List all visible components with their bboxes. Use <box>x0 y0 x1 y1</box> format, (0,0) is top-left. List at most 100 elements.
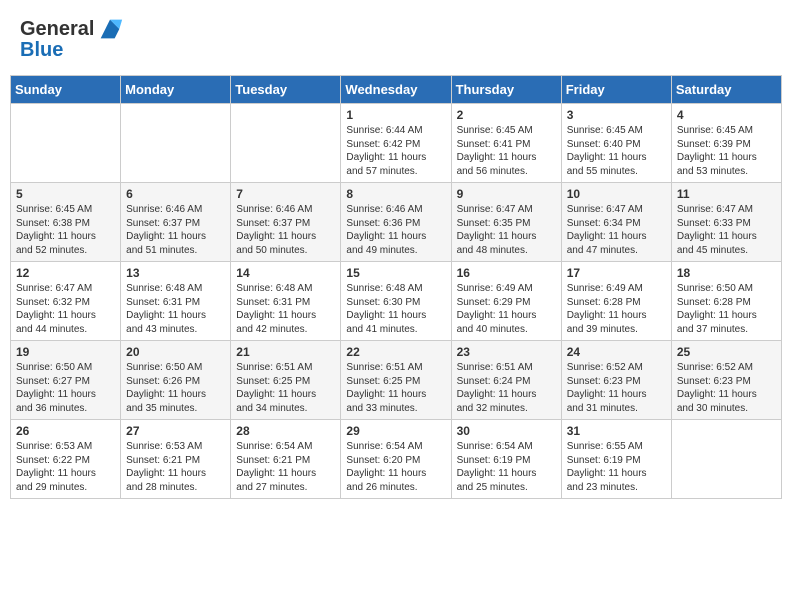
day-number: 1 <box>346 108 445 122</box>
day-number: 30 <box>457 424 556 438</box>
day-number: 26 <box>16 424 115 438</box>
calendar-cell <box>671 420 781 499</box>
day-number: 31 <box>567 424 666 438</box>
day-number: 9 <box>457 187 556 201</box>
day-header-thursday: Thursday <box>451 76 561 104</box>
day-number: 5 <box>16 187 115 201</box>
cell-info: Sunrise: 6:50 AM Sunset: 6:27 PM Dayligh… <box>16 361 115 415</box>
day-number: 19 <box>16 345 115 359</box>
cell-info: Sunrise: 6:47 AM Sunset: 6:33 PM Dayligh… <box>677 203 776 257</box>
cell-info: Sunrise: 6:53 AM Sunset: 6:21 PM Dayligh… <box>126 440 225 494</box>
calendar-cell: 24 Sunrise: 6:52 AM Sunset: 6:23 PM Dayli… <box>561 341 671 420</box>
calendar-cell: 15 Sunrise: 6:48 AM Sunset: 6:30 PM Dayli… <box>341 262 451 341</box>
calendar-header-row: SundayMondayTuesdayWednesdayThursdayFrid… <box>11 76 782 104</box>
cell-info: Sunrise: 6:54 AM Sunset: 6:19 PM Dayligh… <box>457 440 556 494</box>
calendar-cell: 5 Sunrise: 6:45 AM Sunset: 6:38 PM Daylig… <box>11 183 121 262</box>
day-number: 11 <box>677 187 776 201</box>
cell-info: Sunrise: 6:44 AM Sunset: 6:42 PM Dayligh… <box>346 124 445 178</box>
cell-info: Sunrise: 6:49 AM Sunset: 6:28 PM Dayligh… <box>567 282 666 336</box>
calendar-cell: 2 Sunrise: 6:45 AM Sunset: 6:41 PM Daylig… <box>451 104 561 183</box>
calendar-cell: 7 Sunrise: 6:46 AM Sunset: 6:37 PM Daylig… <box>231 183 341 262</box>
calendar-cell: 28Sunrise: 6:54 AM Sunset: 6:21 PM Dayli… <box>231 420 341 499</box>
cell-info: Sunrise: 6:47 AM Sunset: 6:35 PM Dayligh… <box>457 203 556 257</box>
calendar-cell <box>231 104 341 183</box>
cell-info: Sunrise: 6:46 AM Sunset: 6:37 PM Dayligh… <box>126 203 225 257</box>
calendar-cell <box>11 104 121 183</box>
calendar-cell: 14 Sunrise: 6:48 AM Sunset: 6:31 PM Dayli… <box>231 262 341 341</box>
day-number: 15 <box>346 266 445 280</box>
day-number: 12 <box>16 266 115 280</box>
cell-info: Sunrise: 6:48 AM Sunset: 6:31 PM Dayligh… <box>236 282 335 336</box>
cell-info: Sunrise: 6:48 AM Sunset: 6:30 PM Dayligh… <box>346 282 445 336</box>
cell-info: Sunrise: 6:52 AM Sunset: 6:23 PM Dayligh… <box>677 361 776 415</box>
cell-info: Sunrise: 6:51 AM Sunset: 6:25 PM Dayligh… <box>236 361 335 415</box>
logo-general: General <box>20 18 94 41</box>
day-number: 27 <box>126 424 225 438</box>
day-number: 18 <box>677 266 776 280</box>
cell-info: Sunrise: 6:45 AM Sunset: 6:40 PM Dayligh… <box>567 124 666 178</box>
cell-info: Sunrise: 6:51 AM Sunset: 6:25 PM Dayligh… <box>346 361 445 415</box>
day-number: 29 <box>346 424 445 438</box>
calendar-week-5: 26Sunrise: 6:53 AM Sunset: 6:22 PM Dayli… <box>11 420 782 499</box>
calendar-cell: 26Sunrise: 6:53 AM Sunset: 6:22 PM Dayli… <box>11 420 121 499</box>
logo: General Blue <box>20 15 124 62</box>
calendar-week-2: 5 Sunrise: 6:45 AM Sunset: 6:38 PM Daylig… <box>11 183 782 262</box>
day-number: 24 <box>567 345 666 359</box>
calendar-cell <box>121 104 231 183</box>
day-number: 3 <box>567 108 666 122</box>
day-header-saturday: Saturday <box>671 76 781 104</box>
cell-info: Sunrise: 6:52 AM Sunset: 6:23 PM Dayligh… <box>567 361 666 415</box>
calendar-week-1: 1 Sunrise: 6:44 AM Sunset: 6:42 PM Daylig… <box>11 104 782 183</box>
calendar-cell: 11 Sunrise: 6:47 AM Sunset: 6:33 PM Dayli… <box>671 183 781 262</box>
cell-info: Sunrise: 6:45 AM Sunset: 6:41 PM Dayligh… <box>457 124 556 178</box>
calendar-table: SundayMondayTuesdayWednesdayThursdayFrid… <box>10 75 782 499</box>
calendar-cell: 27 Sunrise: 6:53 AM Sunset: 6:21 PM Dayli… <box>121 420 231 499</box>
calendar-cell: 20 Sunrise: 6:50 AM Sunset: 6:26 PM Dayli… <box>121 341 231 420</box>
day-number: 25 <box>677 345 776 359</box>
calendar-cell: 12 Sunrise: 6:47 AM Sunset: 6:32 PM Dayli… <box>11 262 121 341</box>
day-number: 22 <box>346 345 445 359</box>
day-number: 7 <box>236 187 335 201</box>
calendar-cell: 23 Sunrise: 6:51 AM Sunset: 6:24 PM Dayli… <box>451 341 561 420</box>
calendar-cell: 29 Sunrise: 6:54 AM Sunset: 6:20 PM Dayli… <box>341 420 451 499</box>
calendar-cell: 8 Sunrise: 6:46 AM Sunset: 6:36 PM Daylig… <box>341 183 451 262</box>
day-header-sunday: Sunday <box>11 76 121 104</box>
calendar-cell: 21 Sunrise: 6:51 AM Sunset: 6:25 PM Dayli… <box>231 341 341 420</box>
calendar-cell: 18 Sunrise: 6:50 AM Sunset: 6:28 PM Dayli… <box>671 262 781 341</box>
cell-info: Sunrise: 6:45 AM Sunset: 6:38 PM Dayligh… <box>16 203 115 257</box>
day-number: 6 <box>126 187 225 201</box>
cell-info: Sunrise: 6:46 AM Sunset: 6:36 PM Dayligh… <box>346 203 445 257</box>
day-number: 2 <box>457 108 556 122</box>
calendar-cell: 31 Sunrise: 6:55 AM Sunset: 6:19 PM Dayli… <box>561 420 671 499</box>
day-number: 14 <box>236 266 335 280</box>
calendar-cell: 22 Sunrise: 6:51 AM Sunset: 6:25 PM Dayli… <box>341 341 451 420</box>
calendar-cell: 13Sunrise: 6:48 AM Sunset: 6:31 PM Dayli… <box>121 262 231 341</box>
cell-info: Sunrise: 6:49 AM Sunset: 6:29 PM Dayligh… <box>457 282 556 336</box>
day-header-wednesday: Wednesday <box>341 76 451 104</box>
day-number: 8 <box>346 187 445 201</box>
day-number: 21 <box>236 345 335 359</box>
cell-info: Sunrise: 6:50 AM Sunset: 6:28 PM Dayligh… <box>677 282 776 336</box>
cell-info: Sunrise: 6:54 AM Sunset: 6:20 PM Dayligh… <box>346 440 445 494</box>
calendar-cell: 19 Sunrise: 6:50 AM Sunset: 6:27 PM Dayli… <box>11 341 121 420</box>
calendar-cell: 17 Sunrise: 6:49 AM Sunset: 6:28 PM Dayli… <box>561 262 671 341</box>
cell-info: Sunrise: 6:46 AM Sunset: 6:37 PM Dayligh… <box>236 203 335 257</box>
day-number: 16 <box>457 266 556 280</box>
day-number: 20 <box>126 345 225 359</box>
day-number: 23 <box>457 345 556 359</box>
cell-info: Sunrise: 6:50 AM Sunset: 6:26 PM Dayligh… <box>126 361 225 415</box>
day-number: 10 <box>567 187 666 201</box>
cell-info: Sunrise: 6:54 AM Sunset: 6:21 PM Dayligh… <box>236 440 335 494</box>
calendar-cell: 30 Sunrise: 6:54 AM Sunset: 6:19 PM Dayli… <box>451 420 561 499</box>
cell-info: Sunrise: 6:51 AM Sunset: 6:24 PM Dayligh… <box>457 361 556 415</box>
cell-info: Sunrise: 6:55 AM Sunset: 6:19 PM Dayligh… <box>567 440 666 494</box>
calendar-cell: 3 Sunrise: 6:45 AM Sunset: 6:40 PM Daylig… <box>561 104 671 183</box>
calendar-cell: 10 Sunrise: 6:47 AM Sunset: 6:34 PM Dayli… <box>561 183 671 262</box>
day-number: 4 <box>677 108 776 122</box>
calendar-cell: 25 Sunrise: 6:52 AM Sunset: 6:23 PM Dayli… <box>671 341 781 420</box>
cell-info: Sunrise: 6:48 AM Sunset: 6:31 PM Dayligh… <box>126 282 225 336</box>
day-number: 17 <box>567 266 666 280</box>
cell-info: Sunrise: 6:47 AM Sunset: 6:34 PM Dayligh… <box>567 203 666 257</box>
calendar-cell: 6 Sunrise: 6:46 AM Sunset: 6:37 PM Daylig… <box>121 183 231 262</box>
cell-info: Sunrise: 6:47 AM Sunset: 6:32 PM Dayligh… <box>16 282 115 336</box>
